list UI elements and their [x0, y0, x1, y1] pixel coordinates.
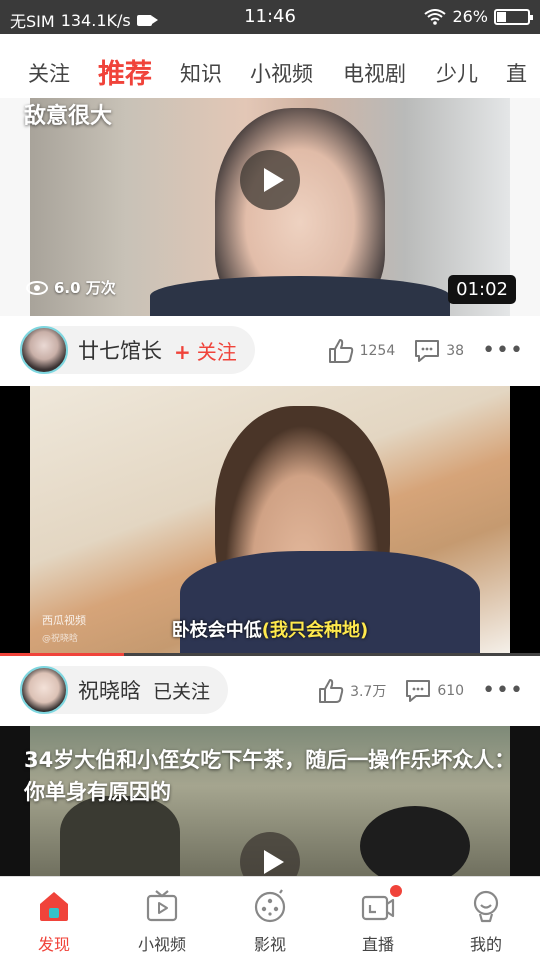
nav-short-video[interactable]: 小视频 — [108, 877, 216, 960]
like-button[interactable]: 1254 — [327, 338, 396, 364]
nav-live[interactable]: 直播 — [324, 877, 432, 960]
comment-count: 38 — [446, 343, 465, 359]
author-name[interactable]: 廿七馆长 — [78, 335, 162, 365]
wifi-icon — [424, 8, 447, 25]
like-count: 1254 — [359, 343, 396, 359]
comment-button[interactable]: 38 — [413, 338, 464, 364]
follow-button[interactable]: + 关注 — [174, 336, 237, 365]
notification-dot — [390, 885, 402, 897]
like-count: 3.7万 — [350, 684, 387, 700]
video-card-2[interactable]: 西瓜视频 @祝晓晗 卧枝会中低(我只会种地) — [0, 386, 540, 656]
avatar[interactable] — [20, 326, 68, 374]
video-card-3[interactable]: 34岁大伯和小侄女吃下午茶，随后一操作乐坏众人：你单身有原因的 — [0, 726, 540, 876]
nav-label: 小视频 — [137, 935, 186, 954]
author-chip[interactable]: 廿七馆长 + 关注 — [20, 326, 255, 374]
comment-count: 610 — [437, 683, 465, 699]
film-reel-icon — [254, 889, 286, 923]
subtitle-white-text: 卧枝会中低 — [171, 620, 262, 641]
battery-icon — [494, 8, 533, 25]
nav-profile[interactable]: 我的 — [432, 877, 540, 960]
nav-label: 直播 — [361, 935, 394, 954]
video-meta-2: 祝晓晗 已关注 3.7万 610 ••• — [0, 656, 540, 726]
more-icon[interactable]: ••• — [482, 340, 524, 362]
comment-icon — [415, 340, 440, 362]
tab-tv-series[interactable]: 电视剧 — [343, 58, 406, 88]
home-icon — [40, 892, 68, 921]
duration-badge: 01:02 — [448, 275, 516, 304]
tab-live-partial[interactable]: 直 — [506, 58, 527, 88]
video-subtitle: 卧枝会中低(我只会种地) — [0, 616, 540, 642]
nav-label: 发现 — [37, 935, 70, 954]
nav-label: 我的 — [469, 935, 502, 954]
tab-kids[interactable]: 少儿 — [436, 58, 478, 88]
video-title: 敌意很大 — [24, 104, 113, 129]
thumbs-up-icon — [319, 679, 344, 703]
nav-discover[interactable]: 发现 — [0, 877, 108, 960]
tab-short-video[interactable]: 小视频 — [250, 58, 313, 88]
video-meta-1: 廿七馆长 + 关注 1254 38 ••• — [0, 316, 540, 386]
bottom-nav: 发现 小视频 影视 直播 我的 — [0, 876, 540, 960]
nav-label: 影视 — [253, 935, 286, 954]
author-chip[interactable]: 祝晓晗 已关注 — [20, 666, 229, 714]
video-title: 34岁大伯和小侄女吃下午茶，随后一操作乐坏众人：你单身有原因的 — [24, 748, 516, 804]
profile-icon — [473, 890, 499, 923]
battery-percent: 26% — [452, 7, 488, 26]
view-count: 6.0 万次 — [26, 277, 116, 298]
comment-icon — [406, 680, 431, 702]
tab-follow[interactable]: 关注 — [28, 58, 70, 88]
video-card-1[interactable]: 敌意很大 6.0 万次 01:02 — [0, 98, 540, 316]
avatar[interactable] — [20, 666, 68, 714]
status-bar: 无SIM 134.1K/s 11:46 26% — [0, 0, 540, 34]
more-icon[interactable]: ••• — [482, 680, 524, 702]
thumbs-up-icon — [328, 339, 353, 363]
plus-icon: + — [174, 339, 191, 364]
tab-recommend[interactable]: 推荐 — [98, 52, 152, 91]
view-count-text: 6.0 万次 — [54, 279, 116, 297]
nav-film[interactable]: 影视 — [216, 877, 324, 960]
subtitle-yellow-text: (我只会种地) — [261, 620, 369, 641]
follow-label: 关注 — [196, 339, 237, 364]
tv-icon — [146, 890, 178, 922]
category-tabs: 关注 推荐 知识 小视频 电视剧 少儿 直 — [0, 34, 540, 98]
comment-button[interactable]: 610 — [404, 678, 464, 704]
play-icon[interactable] — [240, 150, 300, 210]
followed-button[interactable]: 已关注 — [153, 677, 210, 704]
author-name[interactable]: 祝晓晗 — [78, 675, 141, 705]
eye-icon — [26, 280, 48, 295]
like-button[interactable]: 3.7万 — [317, 678, 386, 704]
tab-knowledge[interactable]: 知识 — [180, 58, 222, 88]
